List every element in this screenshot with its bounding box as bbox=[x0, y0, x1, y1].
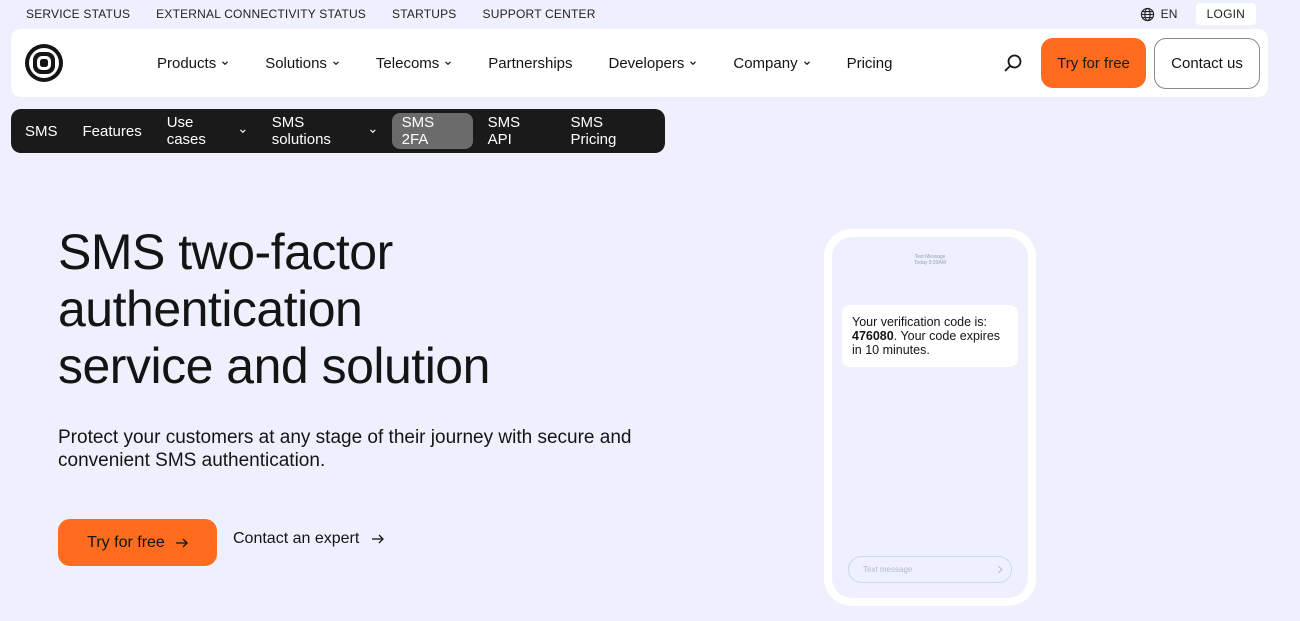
subnav-item-features[interactable]: Features bbox=[73, 113, 152, 149]
message-input[interactable]: Text message bbox=[848, 556, 1012, 583]
subnav-item-label: Features bbox=[82, 122, 142, 140]
nav-item-developers[interactable]: Developers bbox=[609, 55, 698, 72]
hero-title-line: authentication bbox=[58, 281, 363, 337]
subnav-item-sms-api[interactable]: SMS API bbox=[478, 113, 556, 149]
nav-item-label: Developers bbox=[608, 54, 685, 72]
nav-item-label: Company bbox=[733, 54, 798, 72]
hero-title-line: SMS two-factor bbox=[58, 224, 393, 280]
chevron-down-icon bbox=[369, 129, 376, 134]
message-prefix: Your verification code is: bbox=[852, 315, 988, 329]
verification-code: 476080 bbox=[852, 329, 894, 343]
chevron-down-icon bbox=[445, 61, 452, 66]
subnav-item-sms[interactable]: SMS bbox=[15, 113, 68, 149]
subnav-item-label: SMS API bbox=[487, 114, 521, 148]
sms-message-bubble: Your verification code is: 476080. Your … bbox=[842, 305, 1018, 367]
nav-item-label: Telecoms bbox=[375, 54, 440, 72]
utility-bar: SERVICE STATUS EXTERNAL CONNECTIVITY STAT… bbox=[0, 0, 1300, 28]
nav-item-partnerships[interactable]: Partnerships bbox=[488, 55, 572, 72]
subnav-item-sms-solutions[interactable]: SMS solutions bbox=[262, 113, 387, 149]
language-selector[interactable]: EN bbox=[1140, 7, 1178, 22]
login-button[interactable]: LOGIN bbox=[1195, 3, 1256, 25]
contact-an-expert-link[interactable]: Contact an expert bbox=[233, 530, 385, 548]
subnav-item-sms-2fa[interactable]: SMS 2FA bbox=[391, 113, 473, 149]
arrow-right-icon bbox=[372, 534, 385, 544]
subnav-item-label: SMS bbox=[25, 122, 58, 140]
nav-item-solutions[interactable]: Solutions bbox=[265, 55, 340, 72]
phone-mockup: Text Message Today 9:39AM Your verificat… bbox=[824, 229, 1036, 606]
hero-try-label: Try for free bbox=[87, 533, 165, 551]
utility-link[interactable]: SUPPORT CENTER bbox=[483, 7, 596, 21]
utility-links: SERVICE STATUS EXTERNAL CONNECTIVITY STAT… bbox=[0, 7, 596, 21]
nav-item-label: Pricing bbox=[846, 54, 893, 72]
try-for-free-button[interactable]: Try for free bbox=[1041, 38, 1146, 88]
subnav-item-label: SMS solutions bbox=[271, 114, 331, 148]
hero-try-for-free-button[interactable]: Try for free bbox=[58, 519, 217, 566]
message-meta: Text Message Today 9:39AM bbox=[832, 254, 1028, 266]
utility-link[interactable]: EXTERNAL CONNECTIVITY STATUS bbox=[156, 7, 366, 21]
search-icon[interactable] bbox=[1003, 53, 1023, 73]
utility-link[interactable]: STARTUPS bbox=[392, 7, 457, 21]
nav-item-label: Products bbox=[157, 54, 217, 72]
message-meta-time: Today 9:39AM bbox=[914, 260, 946, 266]
nav-item-company[interactable]: Company bbox=[733, 55, 810, 72]
chevron-down-icon bbox=[240, 129, 246, 134]
hero-title: SMS two-factor authentication service an… bbox=[58, 224, 618, 395]
nav-item-label: Partnerships bbox=[488, 54, 573, 72]
chevron-down-icon bbox=[690, 61, 697, 66]
chevron-right-icon[interactable] bbox=[997, 565, 1003, 574]
utility-right: EN LOGIN bbox=[1140, 3, 1256, 25]
globe-icon bbox=[1140, 7, 1154, 21]
contact-expert-label: Contact an expert bbox=[233, 530, 360, 547]
arrow-right-icon bbox=[175, 538, 188, 547]
chevron-down-icon bbox=[332, 61, 339, 66]
contact-us-button[interactable]: Contact us bbox=[1154, 38, 1260, 89]
nav-items: Products Solutions Telecoms Partnerships Dev… bbox=[157, 29, 928, 97]
nav-item-pricing[interactable]: Pricing bbox=[847, 55, 893, 72]
sms-sub-navigation: SMS Features Use cases SMS solutions SMS 2FA… bbox=[11, 109, 665, 153]
language-label: EN bbox=[1160, 7, 1178, 21]
main-navigation: Products Solutions Telecoms Partnerships Dev… bbox=[11, 29, 1268, 97]
chevron-down-icon bbox=[222, 61, 229, 66]
utility-link[interactable]: SERVICE STATUS bbox=[26, 7, 130, 21]
hero-description: Protect your customers at any stage of t… bbox=[58, 427, 632, 471]
message-input-placeholder: Text message bbox=[863, 565, 913, 574]
subnav-item-label: SMS 2FA bbox=[401, 114, 435, 148]
subnav-item-use-cases[interactable]: Use cases bbox=[157, 113, 257, 149]
subnav-item-label: SMS Pricing bbox=[570, 114, 617, 148]
subnav-item-sms-pricing[interactable]: SMS Pricing bbox=[561, 113, 661, 149]
chevron-down-icon bbox=[803, 61, 810, 66]
nav-item-telecoms[interactable]: Telecoms bbox=[376, 55, 452, 72]
hero-title-line: service and solution bbox=[58, 338, 490, 394]
logo-icon[interactable] bbox=[24, 43, 64, 83]
nav-item-label: Solutions bbox=[265, 54, 327, 72]
subnav-item-label: Use cases bbox=[166, 114, 206, 148]
nav-item-products[interactable]: Products bbox=[157, 55, 229, 72]
